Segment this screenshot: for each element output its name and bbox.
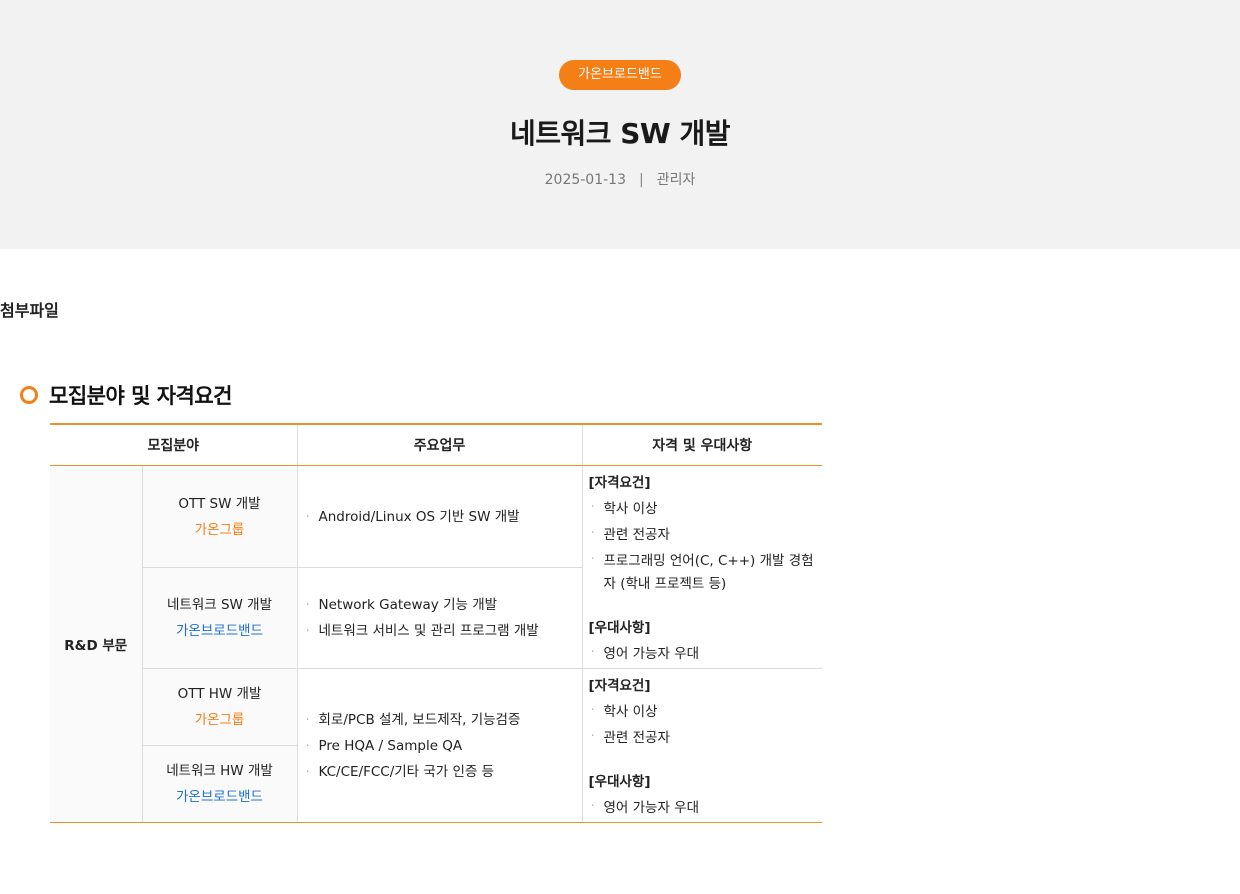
requirement-item: 관련 전공자 xyxy=(591,725,817,751)
department-cell: R&D 부문 xyxy=(50,465,143,823)
position-name: OTT SW 개발 xyxy=(178,495,261,512)
table-row: R&D 부문 OTT SW 개발 가온그룹 Android/Linux OS 기… xyxy=(50,465,822,823)
section-title: 모집분야 및 자격요건 xyxy=(49,384,233,408)
header-duties: 주요업무 xyxy=(296,423,582,466)
requirement-item: 프로그래밍 언어(C, C++) 개발 경험자 (학내 프로젝트 등) xyxy=(591,548,817,597)
duties-cell: Network Gateway 기능 개발 네트워크 서비스 및 관리 프로그램… xyxy=(296,567,582,669)
header-field: 모집분야 xyxy=(50,423,297,466)
position-name: 네트워크 SW 개발 xyxy=(166,597,273,613)
meta-separator: | xyxy=(639,172,644,188)
duty-item: Android/Linux OS 기반 SW 개발 xyxy=(306,504,582,530)
requirement-item: 학사 이상 xyxy=(591,699,817,725)
position-name: OTT HW 개발 xyxy=(177,686,262,702)
duties-cell: Android/Linux OS 기반 SW 개발 xyxy=(296,465,583,568)
position-org: 가온그룹 xyxy=(194,521,245,538)
position-name: 네트워크 HW 개발 xyxy=(166,763,273,779)
requirements-heading: [자격요건] xyxy=(588,678,651,694)
position-cell: 네트워크 HW 개발 가온브로드밴드 xyxy=(142,745,297,823)
post-header: 가온브로드밴드 네트워크 SW 개발 2025-01-13 | 관리자 xyxy=(0,0,1240,249)
position-org: 가온브로드밴드 xyxy=(176,623,263,639)
position-cell: 네트워크 SW 개발 가온브로드밴드 xyxy=(142,567,298,669)
post-date: 2025-01-13 xyxy=(544,172,626,188)
attachments-label: 첨부파일 xyxy=(0,301,59,320)
position-cell: OTT HW 개발 가온그룹 xyxy=(142,668,298,746)
requirement-item: 관련 전공자 xyxy=(591,522,817,548)
post-author: 관리자 xyxy=(656,172,696,188)
qualifications-cell: [자격요건] 학사 이상 관련 전공자 프로그래밍 언어(C, C++) 개발 … xyxy=(581,465,822,669)
post-meta: 2025-01-13 | 관리자 xyxy=(0,169,1240,189)
category-badge[interactable]: 가온브로드밴드 xyxy=(559,60,681,90)
duty-item: KC/CE/FCC/기타 국가 인증 등 xyxy=(306,759,582,785)
duty-item: 회로/PCB 설계, 보드제작, 기능검증 xyxy=(306,707,582,733)
requirements-heading: [자격요건] xyxy=(588,475,651,491)
preferences-heading: [우대사항] xyxy=(588,774,651,790)
qualifications-cell: [자격요건] 학사 이상 관련 전공자 [우대사항] 영어 가능자 우대 xyxy=(581,668,822,823)
position-org: 가온브로드밴드 xyxy=(176,789,263,805)
preferences-heading: [우대사항] xyxy=(588,620,651,636)
duty-item: 네트워크 서비스 및 관리 프로그램 개발 xyxy=(306,618,582,644)
recruitment-table: 모집분야 주요업무 자격 및 우대사항 R&D 부문 OTT SW 개발 가온그… xyxy=(50,423,822,823)
duty-item: Network Gateway 기능 개발 xyxy=(306,592,582,618)
position-cell: OTT SW 개발 가온그룹 xyxy=(141,465,298,568)
preference-item: 영어 가능자 우대 xyxy=(591,641,817,667)
table-row: OTT HW 개발 가온그룹 회로/PCB 설계, 보드제작, 기능검증 Pre… xyxy=(50,668,822,823)
duty-item: Pre HQA / Sample QA xyxy=(306,733,582,759)
table-header-row: 모집분야 주요업무 자격 및 우대사항 xyxy=(50,423,822,466)
header-qualifications: 자격 및 우대사항 xyxy=(581,423,822,466)
position-org: 가온그룹 xyxy=(194,712,245,728)
requirement-item: 학사 이상 xyxy=(591,496,817,522)
preference-item: 영어 가능자 우대 xyxy=(591,795,817,821)
circle-bullet-icon xyxy=(20,386,38,404)
duties-cell: 회로/PCB 설계, 보드제작, 기능검증 Pre HQA / Sample Q… xyxy=(296,668,583,823)
post-title: 네트워크 SW 개발 xyxy=(509,117,731,150)
